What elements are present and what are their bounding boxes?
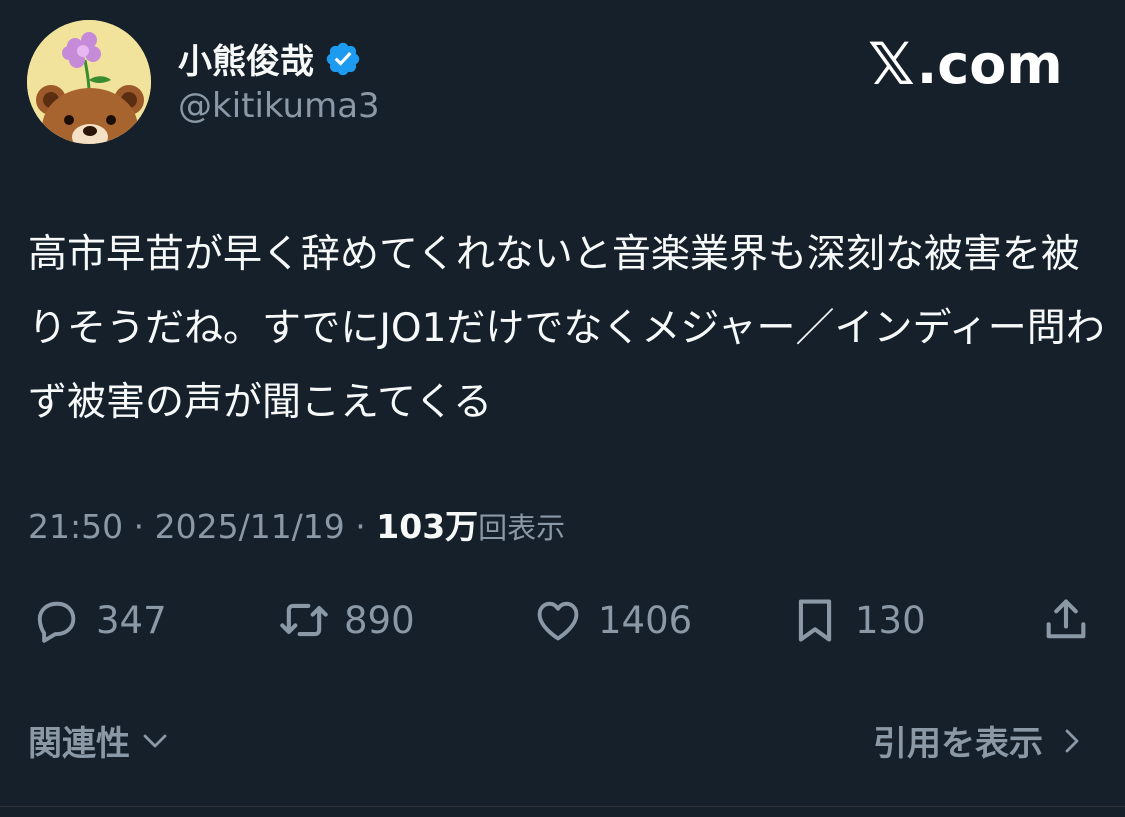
retweet-icon: [280, 603, 328, 637]
retweet-button[interactable]: 890: [278, 594, 415, 646]
divider: [0, 806, 1125, 807]
bookmark-icon: [798, 599, 832, 642]
tweet-date[interactable]: 2025/11/19: [155, 507, 345, 546]
share-icon: [1046, 599, 1086, 639]
x-com-logo: 𝕏 .com: [868, 30, 1063, 98]
tweet-time[interactable]: 21:50: [28, 507, 123, 546]
reply-button[interactable]: 347: [30, 594, 167, 646]
heart-icon: [537, 601, 579, 641]
bookmark-button[interactable]: 130: [789, 594, 926, 646]
chevron-down-icon: [143, 734, 167, 747]
chevron-right-icon: [1065, 729, 1079, 752]
author-display-name-row[interactable]: 小熊俊哉: [178, 34, 362, 83]
author-handle[interactable]: @kitikuma3: [178, 86, 380, 126]
view-quotes-link[interactable]: 引用を表示: [873, 716, 1087, 765]
avatar[interactable]: [27, 20, 151, 144]
views-label: 回表示: [478, 511, 566, 545]
retweet-count: 890: [344, 598, 415, 642]
verified-badge-icon: [326, 42, 360, 75]
reply-count: 347: [96, 598, 167, 642]
x-logo-icon: 𝕏: [868, 30, 915, 98]
bear-with-flower-avatar-icon: [27, 20, 151, 144]
related-label: 関連性: [28, 724, 130, 764]
quotes-label: 引用を表示: [873, 724, 1043, 764]
like-button[interactable]: 1406: [532, 594, 692, 646]
reply-bubble-icon: [37, 601, 76, 643]
meta-separator: ·: [344, 507, 377, 546]
tweet-meta: 21:50 · 2025/11/19 · 103万回表示: [28, 500, 565, 548]
sort-relevance-dropdown[interactable]: 関連性: [28, 716, 170, 765]
bookmark-count: 130: [855, 598, 926, 642]
meta-separator: ·: [123, 507, 155, 546]
author-display-name[interactable]: 小熊俊哉: [178, 34, 314, 83]
x-com-text: .com: [916, 32, 1063, 96]
views-count: 103万: [376, 507, 479, 546]
share-button[interactable]: [1040, 594, 1092, 646]
tweet-text: 高市早苗が早く辞めてくれないと音楽業界も深刻な被害を被りそうだね。すでにJO1だ…: [28, 232, 1105, 425]
like-count: 1406: [598, 598, 693, 642]
